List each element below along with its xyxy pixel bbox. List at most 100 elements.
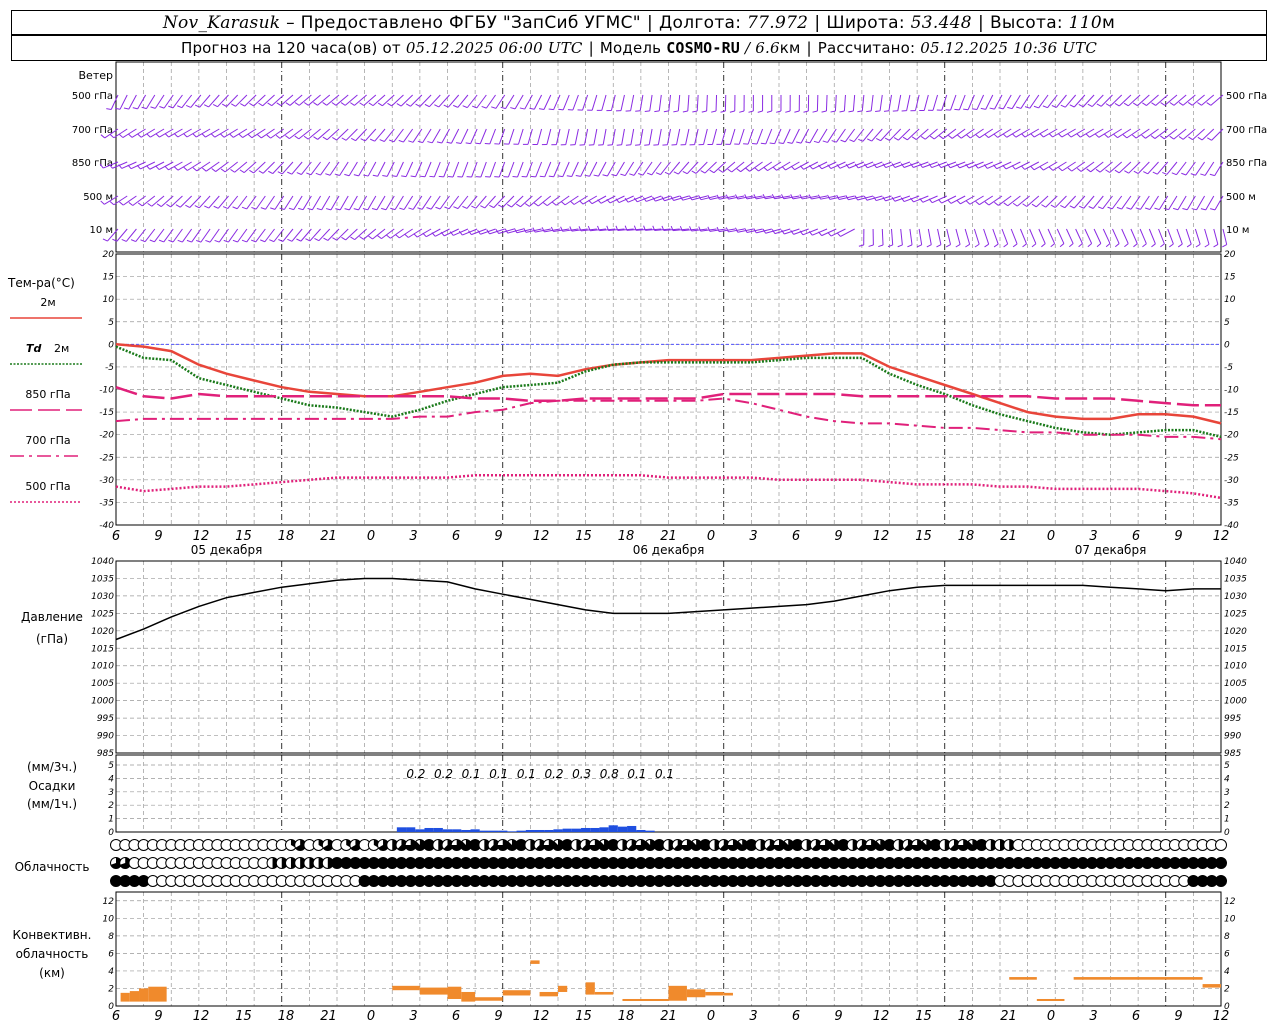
x-tick-label: 9 xyxy=(494,529,502,544)
convective-bar xyxy=(530,960,540,964)
wind-barb-flag xyxy=(453,104,458,108)
convective-bar xyxy=(585,982,595,995)
wind-barb-flag xyxy=(1160,135,1165,140)
wind-barb-flag xyxy=(510,107,516,110)
wind-barb-flag xyxy=(314,237,320,242)
x-tick-label-bottom: 12 xyxy=(873,1009,890,1024)
wind-barb-flag xyxy=(1030,165,1035,171)
x-tick-label: 6 xyxy=(112,529,120,544)
wind-barb-flag xyxy=(185,204,191,208)
wind-barb-flag xyxy=(106,108,112,110)
wind-barb-shaft xyxy=(1176,161,1187,176)
wind-barb-flag xyxy=(1169,135,1175,140)
wind-barb-shaft xyxy=(1185,228,1192,245)
wind-barb-flag xyxy=(1132,134,1137,139)
wind-barb-shaft xyxy=(1001,228,1009,245)
wind-barb-shaft xyxy=(485,94,496,109)
wind-barb-flag xyxy=(316,208,322,211)
wind-barb-flag xyxy=(1206,102,1212,106)
wind-barb-flag xyxy=(1069,243,1074,248)
legend-label: 500 гПа xyxy=(25,480,70,493)
wind-barb-shaft xyxy=(311,195,322,211)
wind-barb-flag xyxy=(341,236,346,241)
wind-barb-flag xyxy=(186,239,192,243)
precip-3h-label: 0.2 xyxy=(544,767,563,781)
wind-barb-flag xyxy=(1067,167,1073,172)
wind-barb-flag xyxy=(1124,170,1129,174)
wind-barb-flag xyxy=(147,202,153,207)
x-tick-label: 6 xyxy=(452,529,460,544)
wind-barb-shaft xyxy=(584,128,589,145)
wind-barb-flag xyxy=(532,227,536,233)
wind-barb-shaft xyxy=(422,128,432,143)
wind-barb-flag xyxy=(220,168,226,173)
wind-barb-flag xyxy=(175,204,181,208)
wind-barb-flag xyxy=(989,107,995,110)
wind-barb-shaft xyxy=(403,195,414,210)
wind-barb-flag xyxy=(954,108,960,111)
wind-barb-flag xyxy=(1011,165,1016,170)
wind-barb-flag xyxy=(1003,243,1008,248)
pressure-y-tick-right: 1005 xyxy=(1224,679,1247,689)
wind-barb-shaft xyxy=(181,228,193,243)
precip-bar xyxy=(525,829,535,832)
wind-barb-flag xyxy=(548,108,554,111)
wind-barb-flag xyxy=(212,103,218,108)
wind-barb-flag xyxy=(288,207,294,211)
wind-barb-flag xyxy=(287,238,293,242)
wind-barb-shaft xyxy=(544,161,552,178)
wind-barb-flag xyxy=(102,238,108,242)
precip-title-2: Осадки xyxy=(29,779,76,793)
wind-barb-flag xyxy=(956,199,961,205)
wind-barb-shaft xyxy=(774,128,782,144)
x-tick-label-bottom: 0 xyxy=(1047,1009,1055,1024)
wind-barb-flag xyxy=(727,168,732,173)
wind-barb-flag xyxy=(519,107,525,110)
wind-barb-flag xyxy=(646,172,652,176)
wind-barb-flag xyxy=(664,171,670,175)
wind-barb-flag xyxy=(827,231,832,237)
temp-grid xyxy=(115,253,1222,526)
wind-barb-flag xyxy=(716,226,720,232)
wind-barb-flag xyxy=(427,141,433,144)
wind-barb-shaft xyxy=(958,94,966,111)
wind-barb-shaft xyxy=(1195,161,1205,176)
wind-barb-shaft xyxy=(1056,228,1065,244)
pressure-y-tick-left: 990 xyxy=(97,732,114,742)
wind-barb-shaft xyxy=(571,161,579,177)
wind-barb-flag xyxy=(250,239,256,243)
wind-barb-shaft xyxy=(495,94,506,109)
wind-barb-shaft xyxy=(553,94,561,110)
wind-barb-flag xyxy=(1104,133,1109,138)
wind-barb-flag xyxy=(1021,133,1026,138)
wind-barb-shaft xyxy=(897,94,902,111)
wind-barb-flag xyxy=(848,110,854,113)
wind-barb-flag xyxy=(635,110,641,112)
wind-barb-flag xyxy=(410,175,416,178)
wind-barb-flag xyxy=(729,110,735,113)
wind-barb-flag xyxy=(1207,137,1212,141)
temp-y-tick-left: -5 xyxy=(105,363,114,373)
wind-barb-shaft xyxy=(450,128,460,144)
wind-barb-shaft xyxy=(983,228,990,245)
wind-barb-flag xyxy=(408,140,414,143)
wind-barb-shaft xyxy=(992,228,999,245)
convective-bar xyxy=(139,988,149,1002)
convective-bar xyxy=(148,986,167,1002)
wind-barb-shaft xyxy=(339,161,349,176)
wind-barb-flag xyxy=(137,133,142,138)
wind-barb-shaft xyxy=(517,128,524,145)
wind-barb-flag xyxy=(1191,208,1197,211)
wind-barb-flag xyxy=(401,175,407,178)
wind-barb-flag xyxy=(1078,243,1083,248)
wind-barb-flag xyxy=(275,134,281,139)
wind-barb-flag xyxy=(507,204,512,208)
wind-barb-shaft xyxy=(1185,161,1196,176)
wind-barb-flag xyxy=(1182,208,1188,211)
day-label: 05 декабря xyxy=(191,543,263,557)
wind-barb-shaft xyxy=(834,94,837,112)
pressure-y-tick-right: 1035 xyxy=(1224,574,1247,584)
wind-barb-shaft xyxy=(321,195,331,211)
wind-barb-flag xyxy=(1022,203,1028,207)
wind-barb-flag xyxy=(673,110,679,113)
